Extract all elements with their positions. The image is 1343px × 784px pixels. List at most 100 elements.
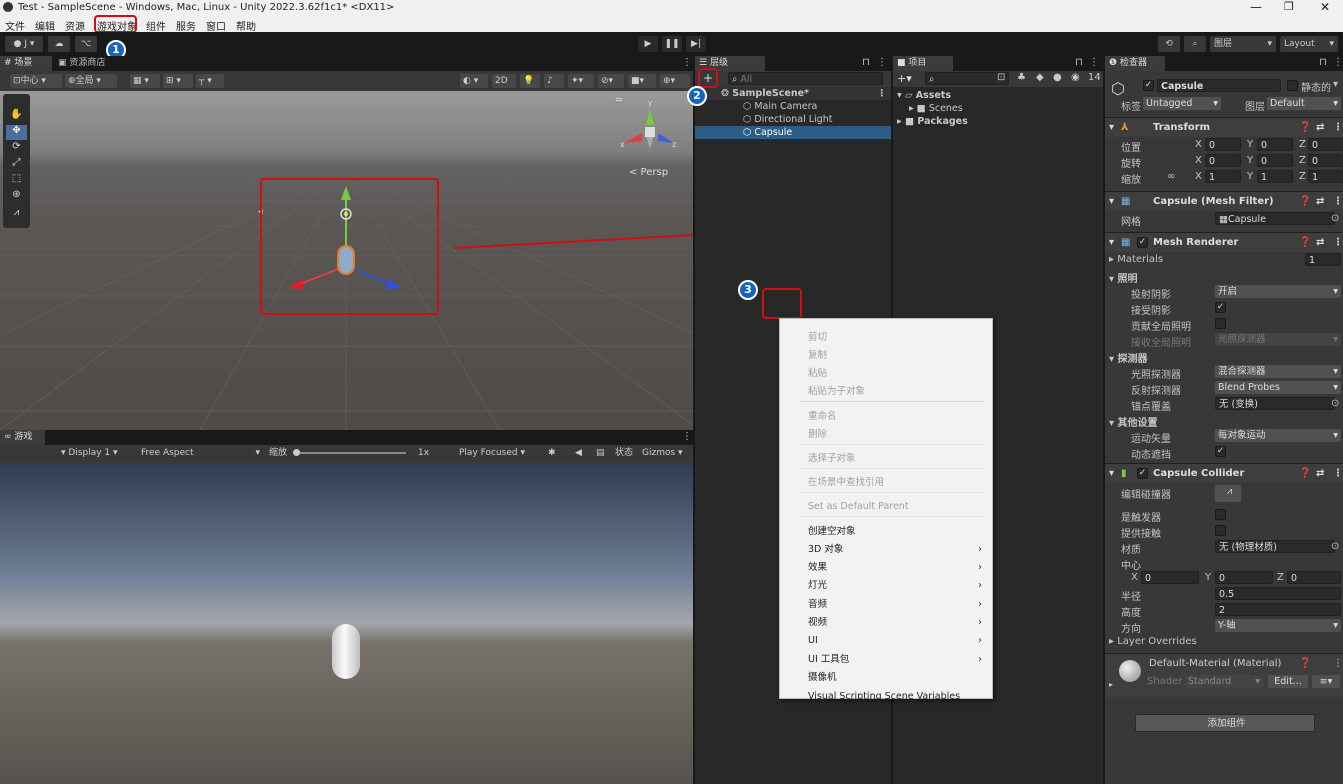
menu-help[interactable]: 帮助 xyxy=(236,18,256,33)
context-menu-item[interactable]: 创建空对象 xyxy=(808,523,992,541)
materials-count[interactable]: 1 xyxy=(1305,253,1341,266)
preset-icon[interactable]: ⇄ xyxy=(1316,233,1324,253)
persp-label[interactable]: < Persp xyxy=(629,167,668,178)
menu-window[interactable]: 窗口 xyxy=(206,18,226,33)
global-dropdown[interactable]: ⊕全局 ▾ xyxy=(65,74,117,88)
help-icon[interactable]: ❓ xyxy=(1299,464,1311,484)
position-y-input[interactable]: 0 xyxy=(1257,138,1293,151)
scale-slider[interactable]: 缩放 1x xyxy=(266,446,436,460)
minimize-icon[interactable]: — xyxy=(1250,0,1262,14)
rect-tool-icon[interactable]: ⬚ xyxy=(6,173,27,188)
additional-settings-foldout[interactable]: ▾ 其他设置 xyxy=(1109,414,1158,429)
scene-row[interactable]: ❂ SampleScene* ⋮ xyxy=(695,87,891,100)
more-options-icon[interactable]: ⋮ xyxy=(1333,57,1343,68)
context-menu-item[interactable]: 视频 › xyxy=(808,614,992,632)
warning-icon[interactable]: ● xyxy=(1053,72,1062,83)
tab-game[interactable]: ∞ 游戏 xyxy=(0,430,45,445)
enabled-checkbox[interactable]: ✓ xyxy=(1137,468,1148,479)
transform-header[interactable]: ▾ ⅄ Transform ❓ ⇄ ⋮ xyxy=(1105,117,1343,137)
rotation-y-input[interactable]: 0 xyxy=(1257,154,1293,167)
object-picker-icon[interactable]: ⊙ xyxy=(1331,541,1339,552)
context-menu-item[interactable]: UI › xyxy=(808,632,992,650)
ruler-dropdown[interactable]: ┬ ▾ xyxy=(196,74,224,88)
lock-icon[interactable]: ⊓ xyxy=(862,57,870,68)
more-options-icon[interactable]: ⋮ xyxy=(1333,464,1343,484)
more-options-icon[interactable]: ⋮ xyxy=(682,57,692,68)
folder-scenes[interactable]: ▸ ■ Scenes xyxy=(893,102,1103,115)
provides-contacts-checkbox[interactable] xyxy=(1215,525,1226,536)
snap-increment-dropdown[interactable]: ⊞ ▾ xyxy=(163,74,193,88)
hierarchy-search-input[interactable]: ⌕ All xyxy=(728,72,883,85)
context-menu-item[interactable]: 摄像机 xyxy=(808,669,992,687)
step-button[interactable]: ▶| xyxy=(686,36,706,52)
menu-services[interactable]: 服务 xyxy=(176,18,196,33)
edit-collider-button[interactable]: ⩘ xyxy=(1215,485,1241,502)
lighting-foldout[interactable]: ▾ 照明 xyxy=(1109,270,1138,285)
gizmos-dropdown[interactable]: ⊕▾ xyxy=(660,74,690,88)
account-button[interactable]: ● J ▾ xyxy=(5,36,43,52)
preset-icon[interactable]: ⇄ xyxy=(1316,118,1324,138)
more-options-icon[interactable]: ⋮ xyxy=(877,87,887,100)
position-x-input[interactable]: 0 xyxy=(1205,138,1241,151)
physics-material-field[interactable]: 无 (物理材质) xyxy=(1215,540,1335,553)
scale-x-input[interactable]: 1 xyxy=(1205,170,1241,183)
radius-input[interactable]: 0.5 xyxy=(1215,587,1341,600)
menu-component[interactable]: 组件 xyxy=(146,18,166,33)
layer-overrides-foldout[interactable]: ▸ Layer Overrides xyxy=(1109,636,1197,647)
context-menu-item[interactable]: Visual Scripting Scene Variables xyxy=(808,688,992,706)
context-menu-item[interactable]: 音频 › xyxy=(808,596,992,614)
collab-button[interactable]: ⌥ xyxy=(75,36,97,52)
rotate-tool-icon[interactable]: ⟳ xyxy=(6,141,27,156)
mute-icon[interactable]: ◀ xyxy=(572,446,588,460)
camera-dropdown[interactable]: ■▾ xyxy=(628,74,656,88)
hierarchy-item-main-camera[interactable]: ⬡ Main Camera xyxy=(695,100,891,113)
layout-dropdown[interactable]: Layout ▾ xyxy=(1280,36,1338,52)
history-button[interactable]: ⟲ xyxy=(1158,36,1180,52)
object-name-input[interactable]: Capsule xyxy=(1157,79,1281,92)
aspect-dropdown[interactable]: Free Aspect ▾ xyxy=(138,446,262,460)
hierarchy-item-directional-light[interactable]: ⬡ Directional Light xyxy=(695,113,891,126)
probes-foldout[interactable]: ▾ 探测器 xyxy=(1109,350,1148,365)
contribute-gi-checkbox[interactable] xyxy=(1215,318,1226,329)
tab-scene[interactable]: # 场景 xyxy=(0,56,52,71)
context-menu-item[interactable]: 3D 对象 › xyxy=(808,541,992,559)
dynamic-occlusion-checkbox[interactable]: ✓ xyxy=(1215,446,1226,457)
more-options-icon[interactable]: ⋮ xyxy=(1089,57,1099,68)
light-probes-dropdown[interactable]: 混合探测器 ▾ xyxy=(1215,365,1341,378)
reflection-probes-dropdown[interactable]: Blend Probes ▾ xyxy=(1215,381,1341,394)
tag-dropdown[interactable]: Untagged ▾ xyxy=(1143,97,1221,110)
more-options-icon[interactable]: ⋮ xyxy=(682,431,692,442)
enabled-checkbox[interactable]: ✓ xyxy=(1137,237,1148,248)
tab-project[interactable]: ■ 项目 xyxy=(893,56,953,71)
2d-toggle[interactable]: 2D xyxy=(492,74,516,88)
link-icon[interactable]: ∞ xyxy=(1167,171,1175,182)
context-menu-item[interactable]: 灯光 › xyxy=(808,577,992,595)
materials-foldout[interactable]: ▸ Materials xyxy=(1109,254,1163,265)
game-viewport[interactable] xyxy=(0,462,693,784)
motion-vectors-dropdown[interactable]: 每对象运动 ▾ xyxy=(1215,429,1341,442)
effects-dropdown[interactable]: ✦▾ xyxy=(568,74,594,88)
gizmo-menu-icon[interactable]: ═ xyxy=(616,95,622,106)
object-picker-icon[interactable]: ⊙ xyxy=(1331,398,1339,409)
add-component-button[interactable]: 添加组件 xyxy=(1135,714,1315,732)
context-menu-item[interactable]: 效果 › xyxy=(808,559,992,577)
bug-icon[interactable]: ✱ xyxy=(545,446,563,460)
grid-snap-dropdown[interactable]: ▦ ▾ xyxy=(130,74,160,88)
mesh-filter-header[interactable]: ▾ ▦ Capsule (Mesh Filter) ❓ ⇄ ⋮ xyxy=(1105,191,1343,211)
lighting-toggle[interactable]: 💡 xyxy=(520,74,540,88)
more-options-icon[interactable]: ⋮ xyxy=(1333,192,1343,212)
preset-icon[interactable]: ⇄ xyxy=(1316,464,1324,484)
rotation-z-input[interactable]: 0 xyxy=(1308,154,1343,167)
scale-y-input[interactable]: 1 xyxy=(1257,170,1293,183)
lock-icon[interactable]: ⊓ xyxy=(1075,57,1083,68)
type-filter-icon[interactable]: ♣ xyxy=(1017,72,1026,83)
orientation-gizmo[interactable]: x z y xyxy=(612,91,687,161)
active-checkbox[interactable]: ✓ xyxy=(1143,80,1154,91)
center-z-input[interactable]: 0 xyxy=(1287,571,1341,584)
scale-tool-icon[interactable]: ⤢ xyxy=(6,157,27,172)
gizmos-toggle[interactable]: Gizmos ▾ xyxy=(639,446,691,460)
tab-inspector[interactable]: ❶ 检查器 xyxy=(1105,56,1165,71)
play-mode-dropdown[interactable]: Play Focused ▾ xyxy=(456,446,540,460)
search-button[interactable]: ⌕ xyxy=(1184,36,1206,52)
visibility-dropdown[interactable]: ⊘▾ xyxy=(598,74,624,88)
